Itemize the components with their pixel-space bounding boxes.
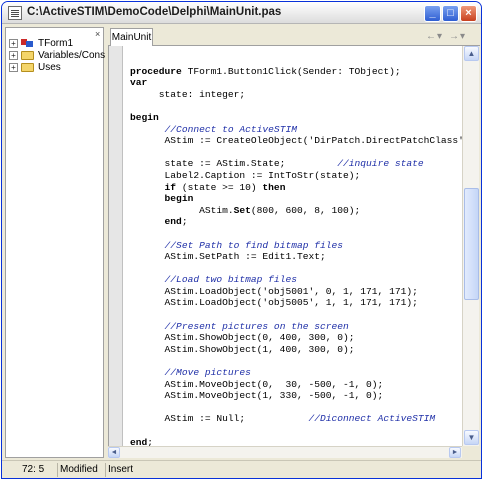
code-line[interactable] xyxy=(130,100,462,112)
scroll-right-icon[interactable]: ► xyxy=(449,447,461,458)
code-comment[interactable]: //Load two bitmap files xyxy=(165,274,297,285)
tree-item-label: Uses xyxy=(38,61,61,73)
code-line[interactable]: AStim.MoveObject(0, 30, -500, -1, 0); xyxy=(130,379,462,391)
close-button[interactable]: × xyxy=(460,5,477,22)
document-icon xyxy=(8,6,22,20)
forward-arrow-icon[interactable]: → xyxy=(449,31,459,42)
title-bar[interactable]: C:\ActiveSTIM\DemoCode\Delphi\MainUnit.p… xyxy=(2,2,481,24)
tree-item-uses[interactable]: + Uses xyxy=(9,61,61,73)
window-title: C:\ActiveSTIM\DemoCode\Delphi\MainUnit.p… xyxy=(27,6,282,18)
code-comment[interactable]: //inquire state xyxy=(337,158,423,169)
code-line[interactable]: //Present pictures on the screen xyxy=(130,321,462,333)
form-icon xyxy=(21,38,34,48)
cursor-position: 72: 5 xyxy=(20,463,58,477)
status-bar: 72: 5 Modified Insert xyxy=(2,460,481,478)
code-line[interactable]: AStim := CreateOleObject('DirPatch.Direc… xyxy=(130,135,462,147)
code-line[interactable]: begin xyxy=(130,112,462,124)
code-line[interactable]: AStim := Null; //Diconnect ActiveSTIM xyxy=(130,413,462,425)
horizontal-scrollbar[interactable]: ◄ ► xyxy=(108,446,462,458)
scrollbar-corner xyxy=(462,446,479,458)
code-line[interactable] xyxy=(130,309,462,321)
code-line[interactable]: //Load two bitmap files xyxy=(130,274,462,286)
code-editor[interactable]: procedure TForm1.Button1Click(Sender: TO… xyxy=(108,46,462,446)
tree-item-tform1[interactable]: + TForm1 xyxy=(9,37,73,49)
code-comment[interactable]: //Set Path to find bitmap files xyxy=(165,240,343,251)
code-line[interactable]: procedure TForm1.Button1Click(Sender: TO… xyxy=(130,66,462,78)
structure-tree-panel: × + TForm1 + Variables/Constants + Uses xyxy=(5,27,127,458)
code-line[interactable] xyxy=(130,355,462,367)
forward-dropdown-icon[interactable]: ▾ xyxy=(460,31,465,42)
code-line[interactable]: AStim.ShowObject(1, 400, 300, 0); xyxy=(130,344,462,356)
editor-gutter[interactable] xyxy=(109,46,123,446)
code-line[interactable]: if (state >= 10) then xyxy=(130,182,462,194)
maximize-button[interactable]: □ xyxy=(442,5,459,22)
insert-mode-indicator: Insert xyxy=(108,464,134,475)
expand-icon[interactable]: + xyxy=(9,38,18,48)
code-line[interactable]: AStim.MoveObject(1, 330, -500, -1, 0); xyxy=(130,390,462,402)
code-line[interactable] xyxy=(130,263,462,275)
code-line[interactable]: AStim.SetPath := Edit1.Text; xyxy=(130,251,462,263)
code-line[interactable]: //Connect to ActiveSTIM xyxy=(130,124,462,136)
code-line[interactable] xyxy=(130,54,462,66)
code-line[interactable] xyxy=(130,402,462,414)
scroll-left-icon[interactable]: ◄ xyxy=(108,447,120,458)
editor-tabstrip: MainUnit ← ▾ → ▾ xyxy=(108,27,480,46)
code-line[interactable]: state: integer; xyxy=(130,89,462,101)
code-comment[interactable]: //Present pictures on the screen xyxy=(165,321,349,332)
modified-indicator: Modified xyxy=(58,463,106,477)
code-line[interactable]: Label2.Caption := IntToStr(state); xyxy=(130,170,462,182)
code-line[interactable]: AStim.LoadObject('obj5001', 0, 1, 171, 1… xyxy=(130,286,462,298)
code-line[interactable] xyxy=(130,228,462,240)
tab-mainunit[interactable]: MainUnit xyxy=(110,28,153,46)
code-comment[interactable]: //Connect to ActiveSTIM xyxy=(165,124,297,135)
code-line[interactable]: AStim.Set(800, 600, 8, 100); xyxy=(130,205,462,217)
code-line[interactable]: state := AStim.State; //inquire state xyxy=(130,158,462,170)
code-line[interactable]: end; xyxy=(130,216,462,228)
code-line[interactable]: var xyxy=(130,77,462,89)
editor-window: C:\ActiveSTIM\DemoCode\Delphi\MainUnit.p… xyxy=(1,1,482,479)
scroll-up-icon[interactable]: ▲ xyxy=(464,46,479,61)
back-dropdown-icon[interactable]: ▾ xyxy=(437,31,442,42)
code-line[interactable]: AStim.ShowObject(0, 400, 300, 0); xyxy=(130,332,462,344)
expand-icon[interactable]: + xyxy=(9,62,18,72)
vertical-scrollbar[interactable]: ▲ ▼ xyxy=(462,46,479,446)
minimize-button[interactable]: _ xyxy=(424,5,441,22)
folder-icon xyxy=(21,50,34,60)
code-text[interactable]: procedure TForm1.Button1Click(Sender: TO… xyxy=(130,54,462,446)
code-line[interactable]: end; xyxy=(130,437,462,446)
code-comment[interactable]: //Move pictures xyxy=(165,367,251,378)
code-comment[interactable]: //Diconnect ActiveSTIM xyxy=(308,413,435,424)
vertical-scroll-thumb[interactable] xyxy=(464,188,479,300)
code-line[interactable] xyxy=(130,425,462,437)
back-arrow-icon[interactable]: ← xyxy=(426,31,436,42)
tree-close-icon[interactable]: × xyxy=(95,29,100,39)
expand-icon[interactable]: + xyxy=(9,50,18,60)
code-line[interactable]: begin xyxy=(130,193,462,205)
scroll-down-icon[interactable]: ▼ xyxy=(464,430,479,445)
folder-icon xyxy=(21,62,34,72)
code-line[interactable]: //Set Path to find bitmap files xyxy=(130,240,462,252)
code-line[interactable]: AStim.LoadObject('obj5005', 1, 1, 171, 1… xyxy=(130,297,462,309)
tree-item-label: TForm1 xyxy=(38,37,73,49)
code-line[interactable] xyxy=(130,147,462,159)
code-line[interactable]: //Move pictures xyxy=(130,367,462,379)
